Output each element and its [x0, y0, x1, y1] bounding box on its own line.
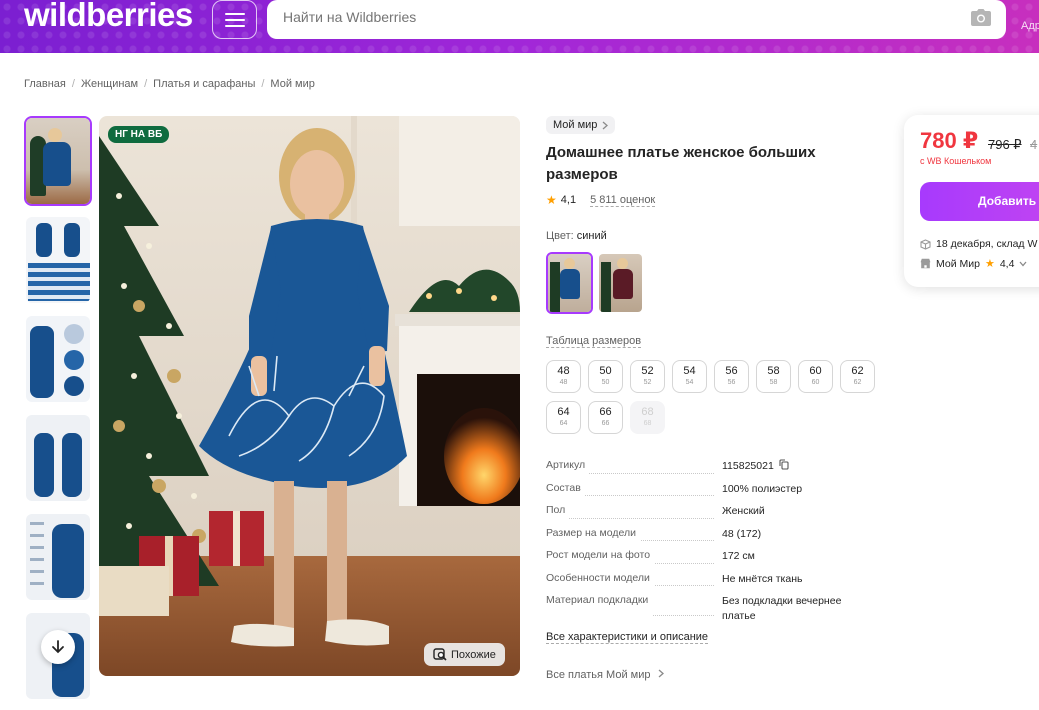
spec-value: 115825021 [722, 459, 866, 482]
arrow-down-icon [52, 640, 64, 654]
spec-value: Не мнётся ткань [722, 572, 803, 585]
thumbnail[interactable] [24, 116, 92, 206]
spec-row: Материал подкладки Без подкладки вечерне… [546, 594, 866, 624]
breadcrumb-separator: / [71, 78, 75, 90]
old-price-secondary: 4 [1030, 137, 1038, 152]
spec-key: Материал подкладки [546, 594, 653, 624]
header: wildberries Адр [0, 0, 1039, 53]
size-option[interactable]: 50 50 [588, 360, 623, 393]
spec-row: Особенности модели Не мнётся ткань [546, 571, 866, 594]
spec-key: Размер на модели [546, 526, 640, 549]
color-swatch-burgundy[interactable] [597, 252, 644, 314]
breadcrumb: Главная / Женщинам / Платья и сарафаны /… [24, 78, 315, 90]
all-dresses-label: Все платья Мой мир [546, 669, 651, 681]
thumbnail[interactable] [24, 215, 92, 305]
spec-value: Женский [722, 505, 765, 517]
spec-value: 172 см [722, 550, 755, 562]
specs-table: Артикул 115825021 Состав 100% полиэстер … [546, 459, 866, 624]
breadcrumb-separator: / [144, 78, 148, 90]
delivery-info: 18 декабря, склад W [920, 238, 1037, 250]
wallet-note: с WB Кошельком [920, 156, 992, 166]
search-bar[interactable] [267, 0, 1006, 39]
spec-row: Артикул 115825021 [546, 459, 866, 482]
main-product-image[interactable] [99, 116, 520, 676]
menu-button[interactable] [212, 0, 257, 39]
thumbnail[interactable] [24, 413, 92, 503]
size-option[interactable]: 56 56 [714, 360, 749, 393]
color-label: Цвет: синий [546, 230, 607, 242]
breadcrumb-separator: / [261, 78, 265, 90]
seller-info[interactable]: Мой Мир ★ 4,4 [920, 257, 1027, 270]
delivery-text: 18 декабря, склад W [936, 238, 1038, 250]
star-icon: ★ [984, 258, 995, 270]
breadcrumb-item[interactable]: Платья и сарафаны [153, 78, 255, 90]
all-dresses-link[interactable]: Все платья Мой мир [546, 669, 664, 681]
brand-name: Мой мир [553, 119, 598, 131]
spec-row: Рост модели на фото 172 см [546, 549, 866, 572]
address-label[interactable]: Адр [1021, 20, 1039, 32]
reviews-link[interactable]: 5 811 оценок [590, 194, 656, 207]
old-price: 796 ₽ [988, 137, 1022, 152]
product-photo [99, 116, 520, 676]
spec-value: 48 (172) [722, 527, 762, 540]
thumbnail[interactable] [24, 314, 92, 404]
logo[interactable]: wildberries [24, 0, 193, 34]
size-option[interactable]: 52 52 [630, 360, 665, 393]
article-number: 115825021 [722, 460, 774, 472]
brand-chip[interactable]: Мой мир [546, 116, 616, 134]
add-to-cart-button[interactable]: Добавить [920, 182, 1039, 221]
size-option[interactable]: 60 60 [798, 360, 833, 393]
seller-name: Мой Мир [936, 257, 980, 270]
all-characteristics-link[interactable]: Все характеристики и описание [546, 631, 709, 644]
similar-label: Похожие [451, 648, 496, 661]
size-option[interactable]: 62 62 [840, 360, 875, 393]
thumbnail-list [24, 116, 94, 710]
hamburger-icon [224, 12, 245, 27]
color-value: синий [576, 230, 607, 242]
size-option[interactable]: 66 66 [588, 401, 623, 434]
size-table-link[interactable]: Таблица размеров [546, 335, 642, 348]
size-option[interactable]: 58 58 [756, 360, 791, 393]
size-selector: 48 48 50 50 52 52 54 54 56 56 58 58 60 60 62 62 … [546, 360, 886, 434]
size-option[interactable]: 64 64 [546, 401, 581, 434]
promo-badge: НГ НА ВБ [108, 126, 170, 143]
similar-button[interactable]: Похожие [424, 643, 505, 666]
rating: ★ 4,1 5 811 оценок [546, 193, 656, 207]
price-card: 780 ₽ 796 ₽ 4 с WB Кошельком Добавить 18… [904, 115, 1039, 287]
copy-icon[interactable] [779, 459, 789, 470]
chevron-right-icon [603, 121, 609, 129]
image-search-icon [433, 648, 447, 661]
rating-value: 4,1 [560, 194, 577, 206]
product-title: Домашнее платье женское больших размеров [546, 144, 816, 183]
spec-key: Пол [546, 504, 570, 527]
spec-row: Пол Женский [546, 504, 866, 527]
breadcrumb-item[interactable]: Главная [24, 78, 66, 90]
breadcrumb-item[interactable]: Женщинам [81, 78, 138, 90]
color-swatch-blue[interactable] [546, 252, 593, 314]
color-label-text: Цвет: [546, 230, 574, 242]
seller-rating: 4,4 [999, 257, 1015, 270]
spec-key: Артикул [546, 459, 590, 482]
camera-icon[interactable] [970, 8, 992, 28]
size-option-unavailable: 68 68 [630, 401, 665, 434]
spec-row: Состав 100% полиэстер [546, 481, 866, 504]
star-icon: ★ [546, 193, 557, 207]
size-option[interactable]: 54 54 [672, 360, 707, 393]
chevron-right-icon [658, 669, 664, 678]
size-option[interactable]: 48 48 [546, 360, 581, 393]
box-icon [920, 238, 931, 250]
spec-row: Размер на модели 48 (172) [546, 526, 866, 549]
spec-value: 100% полиэстер [722, 482, 803, 495]
thumbnail[interactable] [24, 512, 92, 602]
current-price: 780 ₽ [920, 128, 979, 153]
spec-key: Рост модели на фото [546, 549, 655, 572]
spec-value: Без подкладки вечернее платье [722, 595, 842, 622]
spec-key: Состав [546, 481, 585, 504]
chevron-down-icon [1019, 261, 1027, 266]
breadcrumb-item[interactable]: Мой мир [270, 78, 314, 90]
spec-key: Особенности модели [546, 571, 654, 594]
search-input[interactable] [283, 9, 883, 25]
shop-icon [920, 258, 931, 269]
scroll-down-button[interactable] [41, 630, 75, 664]
